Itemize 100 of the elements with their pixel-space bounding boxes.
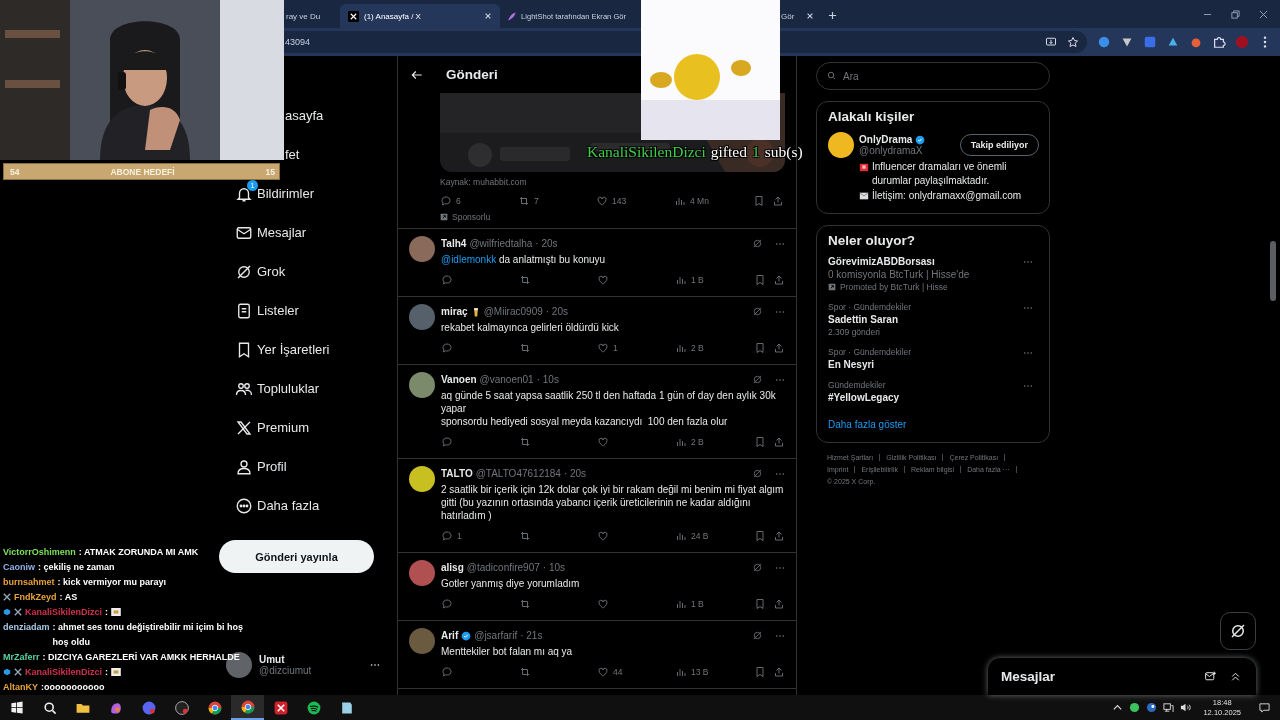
bookmark-icon[interactable] [754, 598, 766, 610]
close-icon[interactable] [1259, 10, 1268, 19]
like-button[interactable] [597, 274, 609, 286]
author-name[interactable]: Vanoen [441, 374, 477, 385]
views-button[interactable]: 2 B [675, 342, 704, 354]
share-icon[interactable] [773, 598, 785, 610]
avatar[interactable] [828, 132, 854, 158]
author-name[interactable]: miraç [441, 306, 468, 317]
bookmark-icon[interactable] [754, 666, 766, 678]
compose-message-icon[interactable] [1204, 670, 1217, 683]
star-icon[interactable] [1067, 36, 1079, 48]
views-button[interactable]: 24 B [675, 530, 709, 542]
nav-item[interactable]: Profil [219, 447, 397, 486]
trend-item[interactable]: Spor · Gündemdekiler Sadettin Saran 2.309 gönderi [828, 301, 1039, 337]
grok-icon[interactable] [752, 238, 763, 249]
nav-item[interactable]: asayfa [284, 96, 397, 135]
grok-icon[interactable] [752, 562, 763, 573]
repost-button[interactable]: 7 [518, 195, 539, 207]
author-name[interactable]: TALTO [441, 468, 473, 479]
volume-icon[interactable] [1180, 702, 1192, 713]
feather-icon [506, 10, 517, 22]
views-button[interactable]: 1 B [675, 274, 704, 286]
browser-tab[interactable]: (1) Anasayfa / X [340, 4, 500, 28]
share-icon[interactable] [773, 530, 785, 542]
goal-end: 15 [265, 166, 275, 177]
share-icon[interactable] [773, 342, 785, 354]
author-name[interactable]: Talh4 [441, 238, 467, 249]
post-button[interactable]: Gönderi yayınla [219, 540, 374, 573]
trend-item[interactable]: Spor · Gündemdekiler En Nesyri [828, 346, 1039, 370]
restore-icon[interactable] [1231, 10, 1240, 19]
views-button[interactable]: 2 B [675, 436, 704, 448]
trend-subtitle: 0 komisyonla BtcTurk | Hisse'de [828, 268, 970, 280]
grok-icon[interactable] [752, 374, 763, 385]
notification-icon[interactable] [1259, 702, 1270, 713]
reply-button[interactable] [441, 598, 453, 610]
status-dot-icon[interactable] [1129, 702, 1141, 713]
nav-item[interactable]: Yer İşaretleri [219, 330, 397, 369]
share-icon[interactable] [773, 436, 785, 448]
like-button[interactable]: 44 [597, 666, 623, 678]
nav-item[interactable]: Premium [219, 408, 397, 447]
like-button[interactable]: 143 [596, 195, 627, 207]
like-button[interactable] [597, 598, 609, 610]
like-button[interactable] [597, 436, 609, 448]
reply-button[interactable] [441, 666, 453, 678]
views-button[interactable]: 4 Mn [674, 195, 709, 207]
nav-item[interactable]: fet [284, 135, 397, 174]
chevrons-up-icon[interactable] [1229, 670, 1242, 683]
bookmark-icon[interactable] [754, 342, 766, 354]
nav-item[interactable]: Mesajlar [219, 213, 397, 252]
reply-button[interactable] [441, 274, 453, 286]
avatar[interactable] [409, 466, 435, 492]
address-bar[interactable]: 43094 [284, 31, 641, 53]
reply-button[interactable]: 6 [440, 195, 461, 207]
bookmark-icon[interactable] [753, 195, 765, 207]
alert-text: gifted [710, 143, 747, 161]
mention-link[interactable]: @idlemonkk [441, 254, 497, 265]
network-icon[interactable] [1163, 702, 1175, 713]
install-icon[interactable] [1045, 36, 1057, 48]
more-icon[interactable] [370, 663, 380, 667]
share-icon[interactable] [773, 666, 785, 678]
reply-button[interactable] [441, 342, 453, 354]
puzzle-icon[interactable] [1212, 35, 1226, 49]
account-name[interactable]: OnlyDrama [859, 134, 913, 145]
nav-item[interactable]: Grok [219, 252, 397, 291]
bookmark-icon[interactable] [754, 530, 766, 542]
extension-icon[interactable] [1097, 35, 1111, 49]
author-name[interactable]: alisg [441, 562, 464, 573]
trend-item[interactable]: Gündemdekiler #YellowLegacy [828, 379, 1039, 403]
browser-tab[interactable]: ray ve Du [284, 4, 340, 28]
share-icon[interactable] [772, 195, 784, 207]
heart-icon [597, 342, 609, 354]
nav-item[interactable]: Topluluklar [219, 369, 397, 408]
browser-tab[interactable]: Gör [780, 4, 817, 28]
grok-icon[interactable] [752, 630, 763, 641]
close-icon[interactable] [806, 12, 815, 20]
share-icon[interactable] [773, 274, 785, 286]
new-tab-icon[interactable] [828, 11, 838, 20]
bookmark-icon[interactable] [754, 436, 766, 448]
bookmark-icon[interactable] [754, 274, 766, 286]
like-button[interactable] [597, 530, 609, 542]
chat-username: KanaliSikilenDizci [25, 666, 103, 679]
grok-icon[interactable] [752, 306, 763, 317]
like-button[interactable]: 1 [597, 342, 618, 354]
nav-item[interactable]: Daha fazla [219, 486, 397, 525]
messages-drawer[interactable]: Mesajlar [988, 658, 1256, 695]
views-button[interactable]: 13 B [675, 666, 709, 678]
trend-item[interactable]: GörevimizABDBorsası 0 komisyonla BtcTurk | Hisse'de Promoted by BtcTurk | Hisse [828, 255, 1039, 292]
reply-button[interactable]: 1 [441, 530, 462, 542]
nav-item[interactable]: Listeler [219, 291, 397, 330]
chevron-up-icon[interactable] [1112, 702, 1124, 713]
show-more-link[interactable]: Daha fazla göster [828, 418, 907, 430]
author-name[interactable]: Arif [441, 630, 459, 641]
grok-button[interactable] [1220, 612, 1256, 650]
reply-button[interactable] [441, 436, 453, 448]
search-field[interactable]: Ara [816, 62, 1050, 90]
taskbar-app[interactable] [231, 695, 264, 720]
close-icon[interactable] [484, 12, 492, 20]
grok-icon[interactable] [752, 468, 763, 479]
views-button[interactable]: 1 B [675, 598, 704, 610]
steam-icon[interactable] [1146, 702, 1158, 713]
